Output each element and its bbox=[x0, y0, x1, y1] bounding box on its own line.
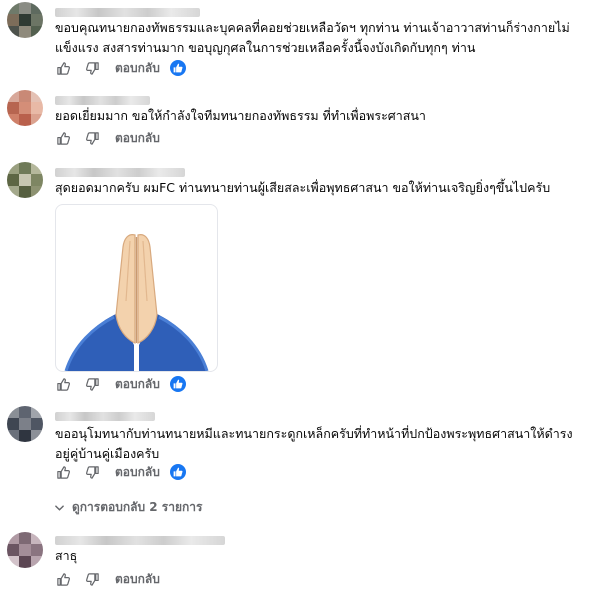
avatar[interactable] bbox=[7, 2, 43, 38]
comment-line: สุดยอดมากครับ ผมFC ท่านทนายท่านผู้เสียสล… bbox=[55, 180, 551, 195]
reply-button[interactable]: ตอบกลับ bbox=[115, 463, 160, 482]
thumbs-up-icon[interactable] bbox=[55, 60, 71, 76]
comment-line: ยอดเยี่ยมมาก ขอให้กำลังใจทีมทนายกองทัพธร… bbox=[55, 108, 426, 123]
comment-text: ขออนุโมทนากับท่านทนายหมีและทนายกระดูกเหล… bbox=[55, 424, 595, 464]
view-replies-label: ดูการตอบกลับ 2 รายการ bbox=[72, 500, 203, 514]
thumbs-down-icon[interactable] bbox=[84, 464, 100, 480]
comment-actions: ตอบกลับ bbox=[55, 128, 170, 148]
comment-text: สุดยอดมากครับ ผมFC ท่านทนายท่านผู้เสียสล… bbox=[55, 178, 595, 198]
like-reaction-icon[interactable] bbox=[169, 464, 186, 480]
commenter-name[interactable] bbox=[55, 96, 150, 105]
comment-text: ยอดเยี่ยมมาก ขอให้กำลังใจทีมทนายกองทัพธร… bbox=[55, 106, 595, 126]
reply-button[interactable]: ตอบกลับ bbox=[115, 570, 160, 589]
reply-button[interactable]: ตอบกลับ bbox=[115, 129, 160, 148]
thumbs-up-icon[interactable] bbox=[55, 571, 71, 587]
comment-line: อยู่คู่บ้านคู่เมืองครับ bbox=[55, 446, 160, 461]
like-reaction-icon[interactable] bbox=[169, 376, 186, 392]
thumbs-down-icon[interactable] bbox=[84, 571, 100, 587]
comment-line: สาธุ bbox=[55, 548, 78, 563]
thumbs-down-icon[interactable] bbox=[84, 60, 100, 76]
reply-button[interactable]: ตอบกลับ bbox=[115, 375, 160, 394]
avatar[interactable] bbox=[7, 162, 43, 198]
comment-text: สาธุ bbox=[55, 546, 595, 566]
thumbs-up-icon[interactable] bbox=[55, 376, 71, 392]
folded-hands-icon bbox=[64, 234, 209, 371]
folded-hands-emoji[interactable] bbox=[55, 204, 218, 372]
avatar[interactable] bbox=[7, 90, 43, 126]
commenter-name[interactable] bbox=[55, 536, 225, 545]
comment-text: ขอบคุณทนายกองทัพธรรมและบุคคลที่คอยช่วยเห… bbox=[55, 18, 595, 58]
commenter-name[interactable] bbox=[55, 8, 200, 17]
reply-button[interactable]: ตอบกลับ bbox=[115, 59, 160, 78]
comment-actions: ตอบกลับ bbox=[55, 569, 170, 589]
comment-line: ขอบคุณทนายกองทัพธรรมและบุคคลที่คอยช่วยเห… bbox=[55, 20, 570, 35]
thumbs-up-icon[interactable] bbox=[55, 464, 71, 480]
comment-actions: ตอบกลับ bbox=[55, 374, 186, 394]
thumbs-up-icon[interactable] bbox=[55, 130, 71, 146]
avatar[interactable] bbox=[7, 406, 43, 442]
chevron-down-icon bbox=[55, 504, 67, 511]
view-replies-link[interactable]: ดูการตอบกลับ 2 รายการ bbox=[55, 498, 202, 517]
comment-line: ขออนุโมทนากับท่านทนายหมีและทนายกระดูกเหล… bbox=[55, 426, 573, 441]
thumbs-down-icon[interactable] bbox=[84, 130, 100, 146]
like-reaction-icon[interactable] bbox=[169, 60, 186, 76]
comment-actions: ตอบกลับ bbox=[55, 58, 186, 78]
commenter-name[interactable] bbox=[55, 168, 185, 177]
comment-line: แข็งแรง สงสารท่านมาก ขอบุญกุศลในการช่วยเ… bbox=[55, 40, 476, 55]
commenter-name[interactable] bbox=[55, 412, 155, 421]
avatar[interactable] bbox=[7, 532, 43, 568]
thumbs-down-icon[interactable] bbox=[84, 376, 100, 392]
comment-actions: ตอบกลับ bbox=[55, 462, 186, 482]
